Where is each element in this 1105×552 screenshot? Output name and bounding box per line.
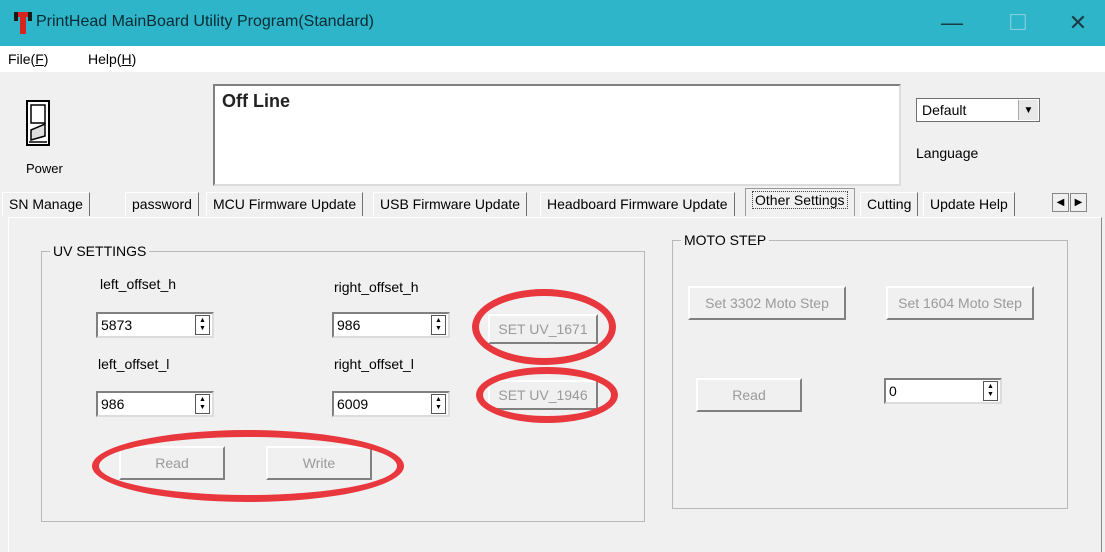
power-label: Power: [26, 161, 63, 176]
left-offset-l-label: left_offset_l: [98, 356, 170, 372]
menu-help-label: Help(: [88, 51, 122, 67]
right-offset-h-label: right_offset_h: [334, 279, 419, 295]
spinner-arrows-icon[interactable]: ▲ ▼: [431, 315, 446, 335]
left-offset-l-value: 986: [101, 396, 125, 412]
tab-usb-firmware-update[interactable]: USB Firmware Update: [373, 192, 528, 216]
tab-mcu-firmware-update[interactable]: MCU Firmware Update: [206, 192, 364, 216]
app-logo-icon: [14, 12, 32, 34]
tab-scroll-left-icon[interactable]: ◀: [1052, 193, 1069, 212]
highlight-circle-set-uv-1946: [476, 367, 618, 423]
right-offset-l-input[interactable]: 6009 ▲ ▼: [332, 391, 450, 417]
window-title: PrintHead MainBoard Utility Program(Stan…: [36, 13, 374, 30]
minimize-button[interactable]: —: [929, 0, 975, 46]
left-offset-h-value: 5873: [101, 317, 133, 333]
highlight-circle-set-uv-1671: [472, 289, 616, 365]
menu-file-label: File(: [8, 51, 36, 67]
tab-sn-manage[interactable]: SN Manage: [2, 192, 90, 216]
left-offset-h-input[interactable]: 5873 ▲ ▼: [96, 312, 214, 338]
tab-bar: SN Manage password MCU Firmware Update U…: [0, 188, 1105, 218]
moto-step-input[interactable]: 0 ▲ ▼: [884, 378, 1002, 404]
right-offset-h-value: 986: [337, 317, 361, 333]
menu-file-end: ): [43, 51, 49, 67]
dropdown-arrow-icon[interactable]: ▼: [1018, 100, 1038, 120]
highlight-circle-read-write: [92, 430, 404, 502]
status-display: Off Line: [213, 84, 901, 186]
tab-cutting[interactable]: Cutting: [860, 192, 919, 216]
set-1604-moto-step-button[interactable]: Set 1604 Moto Step: [886, 286, 1034, 320]
title-bar[interactable]: PrintHead MainBoard Utility Program(Stan…: [0, 0, 1105, 46]
language-label: Language: [916, 145, 979, 161]
moto-read-button[interactable]: Read: [696, 378, 802, 412]
left-offset-l-input[interactable]: 986 ▲ ▼: [96, 391, 214, 417]
tab-password[interactable]: password: [125, 192, 199, 216]
status-text: Off Line: [222, 91, 290, 111]
maximize-button[interactable]: ☐: [995, 0, 1041, 46]
close-button[interactable]: ✕: [1055, 0, 1101, 46]
right-offset-l-label: right_offset_l: [334, 356, 414, 372]
right-offset-h-input[interactable]: 986 ▲ ▼: [332, 312, 450, 338]
left-offset-h-label: left_offset_h: [100, 276, 177, 292]
moto-step-title: MOTO STEP: [681, 232, 770, 248]
menu-file-key: F: [35, 51, 44, 67]
moto-step-value: 0: [889, 383, 897, 399]
menu-file[interactable]: File(F): [8, 51, 48, 67]
menu-bar: File(F) Help(H): [0, 46, 1105, 72]
language-select[interactable]: Default ▼: [916, 98, 1040, 122]
tab-update-help[interactable]: Update Help: [923, 192, 1015, 216]
menu-help-key: H: [121, 51, 132, 67]
spinner-arrows-icon[interactable]: ▲ ▼: [195, 315, 210, 335]
set-3302-moto-step-button[interactable]: Set 3302 Moto Step: [688, 286, 846, 320]
spinner-arrows-icon[interactable]: ▲ ▼: [983, 381, 998, 401]
menu-help[interactable]: Help(H): [88, 51, 136, 67]
tab-other-settings[interactable]: Other Settings: [745, 188, 855, 216]
power-switch-icon[interactable]: [26, 100, 50, 146]
right-offset-l-value: 6009: [337, 396, 369, 412]
menu-help-end: ): [131, 51, 137, 67]
tab-headboard-firmware-update[interactable]: Headboard Firmware Update: [540, 192, 735, 216]
spinner-arrows-icon[interactable]: ▲ ▼: [195, 394, 210, 414]
spinner-arrows-icon[interactable]: ▲ ▼: [431, 394, 446, 414]
tab-other-settings-label: Other Settings: [752, 191, 848, 209]
moto-step-group: MOTO STEP: [672, 232, 1068, 509]
language-value: Default: [922, 102, 967, 118]
tab-scroll-right-icon[interactable]: ▶: [1070, 193, 1087, 212]
uv-settings-title: UV SETTINGS: [50, 243, 150, 259]
